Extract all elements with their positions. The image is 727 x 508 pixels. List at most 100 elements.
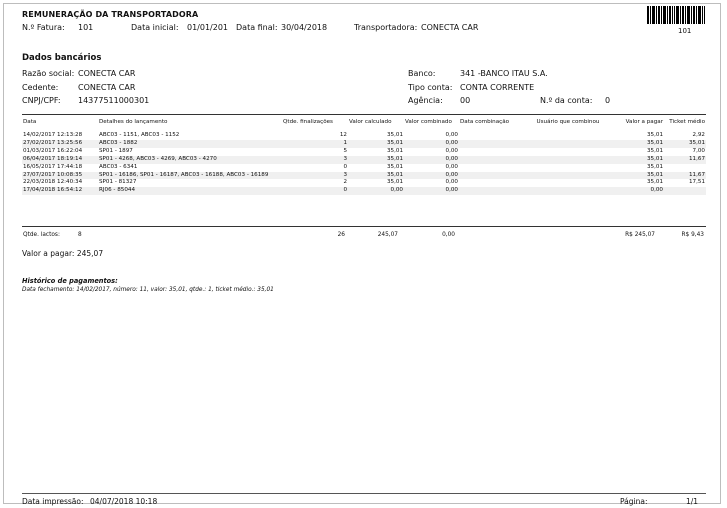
cell-data-comb [459, 148, 523, 156]
cell-qtde: 0 [282, 187, 348, 196]
pagina-value: 1/1 [686, 497, 699, 506]
table-row: 14/02/2017 12:13:28 ABC03 - 1151, ABC03 -… [22, 132, 706, 140]
cell-qtde: 2 [343, 179, 347, 186]
cell-usuario [523, 179, 613, 187]
cell-pagar: 35,01 [646, 163, 663, 170]
razao-label: Razão social: [22, 69, 75, 78]
conta-label: N.º da conta: [540, 96, 593, 105]
cell-qtde: 1 [282, 139, 348, 148]
cell-qtde: 3 [282, 155, 348, 164]
cell-data: 01/03/2017 16:22:04 [23, 147, 83, 154]
report-page [3, 3, 721, 504]
cell-pagar: 35,01 [613, 171, 664, 180]
col-data-combinacao: Data combinação [460, 119, 510, 125]
banco-value: 341 -BANCO ITAU S.A. [460, 69, 548, 78]
agencia-value: 00 [460, 96, 471, 105]
cell-data: 06/04/2017 18:19:14 [22, 155, 98, 164]
table-top-rule [22, 114, 706, 115]
totals-ticket: R$ 9,43 [681, 232, 704, 238]
table-row: 27/02/2017 13:25:56 ABC03 - 1882 1 35,01 0,0… [22, 139, 706, 148]
cell-data-comb [459, 179, 523, 187]
cell-qtde: 3 [282, 171, 348, 180]
cell-detalhes: ABC03 - 1151, ABC03 - 1152 [99, 132, 180, 138]
cell-usuario [523, 139, 613, 148]
col-qtde: Qtde. finalizações [283, 119, 333, 125]
cell-usuario [523, 164, 613, 172]
col-ticket: Ticket médio [669, 119, 705, 125]
cell-detalhes: ABC03 - 1882 [98, 139, 282, 148]
impressao-value: 04/07/2018 10:18 [90, 497, 158, 506]
cell-detalhes: RJ06 - 85044 [98, 187, 282, 196]
cell-data-comb [459, 187, 523, 196]
cell-ticket: 2,92 [692, 132, 705, 138]
cell-comb: 0,00 [445, 132, 458, 138]
razao-value: CONECTA CAR [78, 69, 136, 78]
history-line: Data fechamento: 14/02/2017, número: 11,… [22, 287, 274, 293]
col-valor-pagar: Valor a pagar [625, 119, 663, 125]
cell-ticket [664, 164, 706, 172]
cell-data: 22/03/2018 12:40:34 [23, 179, 83, 186]
data-inicial-value: 01/01/201 [187, 23, 229, 32]
table-row: 06/04/2017 18:19:14 SP01 - 4268, ABC03 - … [22, 155, 706, 164]
cell-ticket: 17,51 [688, 179, 705, 186]
cell-comb: 0,00 [445, 179, 458, 186]
cell-comb: 0,00 [404, 155, 459, 164]
table-row: 22/03/2018 12:40:34 SP01 - 81327 2 35,01 0,0… [22, 179, 706, 187]
banco-label: Banco: [408, 69, 436, 78]
pagina-label: Página: [620, 497, 648, 506]
cell-calc: 35,01 [386, 163, 403, 170]
totals-count: 8 [78, 232, 82, 238]
table-row: 17/04/2018 16:54:12 RJ06 - 85044 0 0,00 0,00… [22, 187, 706, 196]
transportadora-value: CONECTA CAR [421, 23, 479, 32]
valor-pagar-summary: Valor a pagar: 245,07 [22, 249, 103, 258]
cell-detalhes: SP01 - 1897 [99, 147, 133, 154]
cell-qtde: 12 [339, 132, 347, 138]
cell-comb: 0,00 [404, 171, 459, 180]
cell-data: 27/07/2017 10:08:35 [22, 171, 98, 180]
col-detalhes: Detalhes do lançamento [99, 119, 168, 125]
table-row: 16/05/2017 17:44:18 ABC03 - 6341 0 35,01 0,0… [22, 164, 706, 172]
cell-calc: 35,01 [386, 179, 403, 186]
cell-calc: 0,00 [348, 187, 404, 196]
totals-label: Qtde. lactos: [23, 232, 60, 238]
cell-comb: 0,00 [404, 187, 459, 196]
table-row: 01/03/2017 16:22:04 SP01 - 1897 5 35,01 0,00… [22, 148, 706, 156]
totals-calc: 245,07 [377, 232, 398, 238]
col-data: Data [23, 119, 37, 125]
cell-detalhes: SP01 - 81327 [99, 179, 137, 186]
conta-value: 0 [605, 96, 611, 105]
cell-pagar: 35,01 [613, 155, 664, 164]
valor-pagar-label: Valor a pagar: [22, 249, 75, 258]
cell-data-comb [459, 132, 523, 140]
data-final-value: 30/04/2018 [281, 23, 328, 32]
cell-qtde: 0 [343, 163, 347, 170]
cell-calc: 35,01 [348, 139, 404, 148]
data-inicial-label: Data inicial: [131, 23, 179, 32]
transportadora-label: Transportadora: [354, 23, 418, 32]
table-row: 27/07/2017 10:08:35 SP01 - 16186, SP01 - … [22, 171, 706, 180]
cell-pagar: 35,01 [646, 132, 663, 138]
cell-data: 16/05/2017 17:44:18 [23, 163, 83, 170]
cell-usuario [523, 187, 613, 196]
cell-detalhes: SP01 - 16186, SP01 - 16187, ABC03 - 1618… [98, 171, 282, 180]
bank-section-title: Dados bancários [22, 53, 102, 63]
table-bottom-rule [22, 226, 706, 227]
table-header-row: Data Detalhes do lançamento Qtde. finali… [22, 116, 706, 128]
tipo-conta-label: Tipo conta: [408, 83, 453, 92]
cell-data-comb [459, 164, 523, 172]
cell-ticket: 11,67 [664, 155, 706, 164]
cell-usuario [523, 132, 613, 140]
agencia-label: Agência: [408, 96, 443, 105]
totals-comb: 0,00 [442, 232, 455, 238]
cell-comb: 0,00 [445, 147, 458, 154]
cell-ticket: 11,67 [664, 171, 706, 180]
cell-usuario [523, 155, 613, 164]
cell-data: 27/02/2017 13:25:56 [22, 139, 98, 148]
cell-comb: 0,00 [404, 139, 459, 148]
history-title: Histórico de pagamentos: [22, 277, 118, 285]
cell-data: 14/02/2017 12:13:28 [23, 132, 83, 138]
cedente-label: Cedente: [22, 83, 59, 92]
cell-data-comb [459, 155, 523, 164]
barcode-graphic [647, 6, 705, 24]
cell-calc: 35,01 [348, 155, 404, 164]
